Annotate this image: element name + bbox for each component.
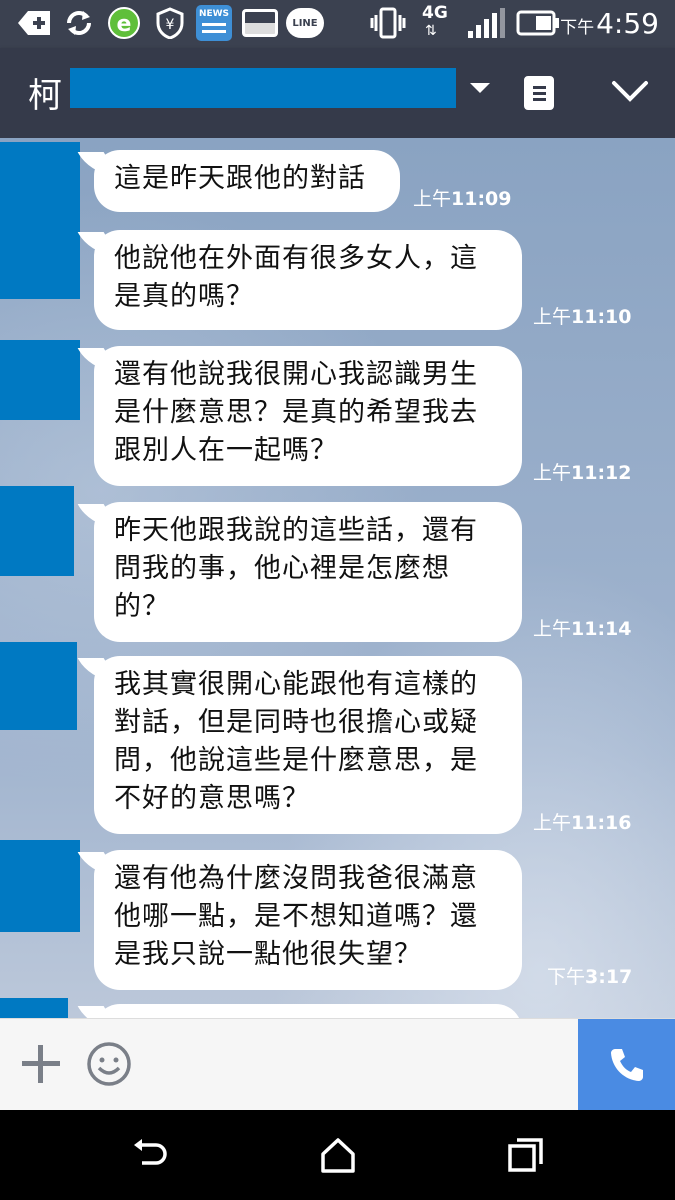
message-bubble[interactable] (94, 1004, 522, 1018)
message-timestamp: 上午11:12 (533, 462, 632, 484)
chevron-down-icon (612, 81, 648, 102)
message-text: 問我的事，他心裡是怎麼想 (114, 553, 450, 584)
message-bubble[interactable]: 我其實很開心能跟他有這樣的 對話，但是同時也很擔心或疑 問，他說這些是什麼意思，… (94, 656, 522, 834)
status-clock: 下午4:59 (560, 6, 659, 42)
message-text: 這是昨天跟他的對話 (114, 163, 366, 194)
message-text: 是我只說一點他很失望？ (114, 939, 422, 970)
system-nav-bar (0, 1110, 675, 1200)
avatar[interactable] (0, 998, 68, 1018)
chevron-down-icon[interactable] (470, 83, 490, 93)
message-text: 跟別人在一起嗎？ (114, 435, 338, 466)
avatar[interactable] (0, 840, 80, 932)
chat-name[interactable]: 柯 (28, 68, 62, 117)
clock-time: 4:59 (596, 7, 659, 40)
news-label: NEWS (198, 9, 230, 19)
chat-name-redaction (70, 68, 456, 108)
emoji-icon[interactable] (86, 1041, 132, 1087)
message-text: 他說他在外面有很多女人，這 (114, 243, 478, 274)
shield-icon: ¥ (154, 6, 186, 40)
message-text: 我其實很開心能跟他有這樣的 (114, 669, 478, 700)
back-icon[interactable] (130, 1137, 170, 1173)
message-text: 還有他為什麼沒問我爸很滿意 (114, 863, 478, 894)
svg-text:e: e (117, 12, 132, 37)
network-type: 4G ⇅ (422, 3, 448, 39)
plus-icon[interactable] (20, 1043, 62, 1085)
chat-header: 柯 (0, 48, 675, 138)
message-text: 是什麼意思？是真的希望我去 (114, 397, 478, 428)
clock-ampm: 下午 (560, 18, 595, 38)
call-button[interactable] (578, 1019, 675, 1111)
message-input-bar (0, 1018, 675, 1111)
message-text: 不好的意思嗎？ (114, 783, 310, 814)
message-text: 的？ (114, 591, 170, 622)
avatar[interactable] (0, 486, 74, 576)
message-timestamp: 下午3:17 (547, 966, 633, 988)
phone-icon (610, 1049, 643, 1081)
message-bubble[interactable]: 昨天他跟我說的這些話，還有 問我的事，他心裡是怎麼想 的？ (94, 502, 522, 642)
battery-icon (516, 6, 560, 40)
chat-area[interactable]: 這是昨天跟他的對話 上午11:09 他說他在外面有很多女人，這 是真的嗎？ 上午… (0, 138, 675, 1018)
vibrate-icon (370, 6, 406, 40)
message-bubble[interactable]: 還有他為什麼沒問我爸很滿意 他哪一點，是不想知道嗎？還 是我只說一點他很失望？ (94, 850, 522, 990)
recent-apps-icon[interactable] (506, 1137, 546, 1173)
message-text: 是真的嗎？ (114, 281, 254, 312)
browser-icon: e (106, 6, 142, 40)
avatar[interactable] (0, 642, 77, 730)
message-timestamp: 上午11:14 (533, 618, 632, 640)
message-text: 昨天他跟我說的這些話，還有 (114, 515, 478, 546)
message-timestamp: 上午11:16 (533, 812, 632, 834)
signal-icon (466, 6, 506, 40)
message-timestamp: 上午11:09 (413, 188, 512, 210)
line-label: LINE (286, 8, 324, 38)
avatar[interactable] (0, 142, 80, 299)
notes-button[interactable] (524, 76, 554, 110)
message-timestamp: 上午11:10 (533, 306, 632, 328)
message-text: 對話，但是同時也很擔心或疑 (114, 707, 478, 738)
message-bubble[interactable]: 這是昨天跟他的對話 (94, 150, 400, 212)
gallery-icon (242, 6, 278, 40)
status-bar: e ¥ NEWS LINE 4G ⇅ 下午4:59 (0, 0, 675, 48)
news-icon: NEWS (196, 5, 232, 41)
home-icon[interactable] (318, 1137, 358, 1173)
line-icon: LINE (286, 6, 324, 40)
collapse-menu-button[interactable] (610, 76, 650, 106)
message-bubble[interactable]: 他說他在外面有很多女人，這 是真的嗎？ (94, 230, 522, 330)
sync-icon (62, 6, 96, 40)
svg-text:¥: ¥ (166, 17, 175, 33)
message-text: 問，他說這些是什麼意思，是 (114, 745, 478, 776)
avatar[interactable] (0, 340, 80, 420)
message-bubble[interactable]: 還有他說我很開心我認識男生 是什麼意思？是真的希望我去 跟別人在一起嗎？ (94, 346, 522, 486)
add-icon (16, 6, 52, 40)
message-text: 他哪一點，是不想知道嗎？還 (114, 901, 478, 932)
message-text: 還有他說我很開心我認識男生 (114, 359, 478, 390)
